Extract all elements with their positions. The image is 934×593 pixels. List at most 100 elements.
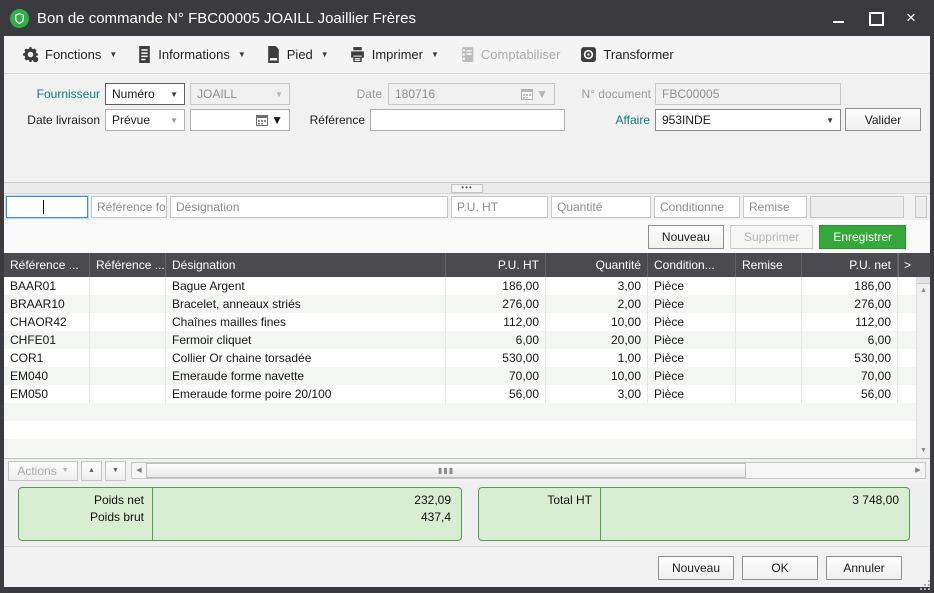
fournisseur-mode-combo[interactable]: Numéro▼	[105, 83, 185, 105]
cell-reference_fournisseur	[90, 277, 166, 295]
cell-pu_net: 70,00	[802, 367, 898, 385]
cell-remise	[736, 313, 802, 331]
cell-conditionnement: Pièce	[648, 313, 736, 331]
item-reference-input[interactable]	[6, 196, 88, 218]
grid-button-bar: Nouveau Supprimer Enregistrer	[4, 220, 930, 253]
toolbar-label: Transformer	[603, 47, 673, 62]
horizontal-scrollbar[interactable]: ◀ ▮▮▮ ▶	[131, 462, 926, 479]
ndocument-label: N° document	[567, 83, 651, 105]
table-row[interactable]: CHFE01Fermoir cliquet6,0020,00Pièce6,00	[4, 331, 916, 349]
column-header-pu-net[interactable]: P.U. net	[802, 253, 898, 277]
text-caret	[43, 200, 44, 214]
window-title: Bon de commande N° FBC00005 JOAILL Joail…	[37, 10, 416, 27]
chevron-down-icon: ▼	[431, 50, 439, 59]
resize-grip-icon[interactable]	[920, 580, 922, 582]
cell-pu_ht: 276,00	[446, 295, 546, 313]
toolbar-transformer[interactable]: Transformer	[572, 42, 681, 67]
table-row[interactable]: BAAR01Bague Argent186,003,00Pièce186,00	[4, 277, 916, 295]
entry-designation[interactable]: Désignation	[170, 196, 448, 218]
toolbar-informations[interactable]: Informations ▼	[129, 42, 253, 67]
scrollbar-thumb[interactable]: ▮▮▮	[146, 463, 746, 478]
cell-reference: EM050	[4, 385, 90, 403]
table-row[interactable]: CHAOR42Chaînes mailles fines112,0010,00P…	[4, 313, 916, 331]
entry-reference-fournisseur[interactable]: Référence fo	[91, 196, 167, 218]
table-row[interactable]: EM040Emeraude forme navette70,0010,00Piè…	[4, 367, 916, 385]
vertical-scrollbar[interactable]: ▲ ▼	[916, 277, 930, 458]
date-livraison-mode-value: Prévue	[112, 113, 150, 127]
document-lines-icon	[137, 46, 152, 63]
column-header-pu-ht[interactable]: P.U. HT	[446, 253, 546, 277]
table-row[interactable]: COR1Collier Or chaine torsadée530,001,00…	[4, 349, 916, 367]
more-columns-button[interactable]: >	[898, 253, 916, 277]
date-livraison-field[interactable]: ▼	[190, 109, 290, 131]
ok-button[interactable]: OK	[742, 556, 818, 580]
cell-conditionnement: Pièce	[648, 367, 736, 385]
nouveau-line-button[interactable]: Nouveau	[648, 225, 724, 249]
chevron-down-icon: ▼	[238, 50, 246, 59]
cell-designation: Chaînes mailles fines	[166, 313, 446, 331]
column-header-designation[interactable]: Désignation	[166, 253, 446, 277]
nouveau-button[interactable]: Nouveau	[658, 556, 734, 580]
row-down-button[interactable]: ▼	[105, 461, 126, 481]
cell-pu_ht: 186,00	[446, 277, 546, 295]
scroll-down-icon[interactable]: ▼	[917, 444, 930, 458]
table-row[interactable]: EM050Emeraude forme poire 20/10056,003,0…	[4, 385, 916, 403]
gear-icon	[22, 46, 39, 63]
cell-pu_ht: 112,00	[446, 313, 546, 331]
toolbar-label: Imprimer	[372, 47, 423, 62]
total-ht-panel: Total HT 3 748,00	[478, 487, 910, 541]
reference-input[interactable]	[370, 109, 565, 131]
cell-quantite: 20,00	[546, 331, 648, 349]
column-header-remise[interactable]: Remise	[736, 253, 802, 277]
cell-quantite: 1,00	[546, 349, 648, 367]
cell-designation: Emeraude forme navette	[166, 367, 446, 385]
annuler-button[interactable]: Annuler	[826, 556, 902, 580]
entry-pu-ht[interactable]: P.U. HT	[451, 196, 548, 218]
valider-button[interactable]: Valider	[845, 108, 921, 131]
actions-label: Actions	[17, 464, 56, 478]
toolbar-pied[interactable]: Pied ▼	[258, 42, 337, 67]
scrollbar-split-handle[interactable]	[917, 277, 930, 284]
cell-quantite: 10,00	[546, 313, 648, 331]
minimize-button[interactable]	[832, 11, 846, 25]
entry-conditionnement[interactable]: Conditionne	[654, 196, 740, 218]
thumb-grip-icon: ▮▮▮	[438, 467, 454, 475]
total-ht-label: Total HT	[547, 493, 592, 507]
scroll-left-icon[interactable]: ◀	[132, 463, 146, 478]
affaire-label: Affaire	[570, 109, 650, 131]
scroll-up-icon[interactable]: ▲	[917, 284, 930, 298]
cell-designation: Collier Or chaine torsadée	[166, 349, 446, 367]
column-header-reference[interactable]: Référence ...	[4, 253, 90, 277]
toolbar-imprimer[interactable]: Imprimer ▼	[341, 42, 447, 67]
column-header-conditionnement[interactable]: Condition...	[648, 253, 736, 277]
cell-conditionnement: Pièce	[648, 385, 736, 403]
row-up-button[interactable]: ▲	[81, 461, 102, 481]
scroll-right-icon[interactable]: ▶	[911, 463, 925, 478]
entry-quantite[interactable]: Quantité	[551, 196, 651, 218]
table-row[interactable]: BRAAR10Bracelet, anneaux striés276,002,0…	[4, 295, 916, 313]
titlebar: Bon de commande N° FBC00005 JOAILL Joail…	[0, 0, 934, 36]
toolbar-fonctions[interactable]: Fonctions ▼	[14, 42, 125, 67]
date-livraison-mode-combo[interactable]: Prévue▼	[105, 109, 185, 131]
splitter[interactable]: •••	[4, 182, 930, 194]
reference-label: Référence	[285, 109, 365, 131]
affaire-combo[interactable]: 953INDE▼	[655, 109, 841, 131]
cell-remise	[736, 277, 802, 295]
cell-reference: BAAR01	[4, 277, 90, 295]
date-label: Date	[304, 83, 382, 105]
enregistrer-button[interactable]: Enregistrer	[819, 225, 906, 249]
poids-panel: Poids net Poids brut 232,09 437,4	[18, 487, 462, 541]
splitter-handle-icon[interactable]: •••	[451, 184, 483, 193]
ndocument-value: FBC00005	[662, 87, 719, 101]
column-header-quantite[interactable]: Quantité	[546, 253, 648, 277]
cell-reference: CHFE01	[4, 331, 90, 349]
cell-designation: Fermoir cliquet	[166, 331, 446, 349]
total-ht-value: 3 748,00	[852, 493, 899, 507]
cell-designation: Bague Argent	[166, 277, 446, 295]
maximize-button[interactable]	[868, 11, 882, 25]
date-field: 180716 ▼	[388, 83, 555, 105]
close-button[interactable]: ×	[904, 11, 918, 25]
column-header-reference-fournisseur[interactable]: Référence ...	[90, 253, 166, 277]
cell-remise	[736, 331, 802, 349]
entry-remise[interactable]: Remise	[743, 196, 807, 218]
